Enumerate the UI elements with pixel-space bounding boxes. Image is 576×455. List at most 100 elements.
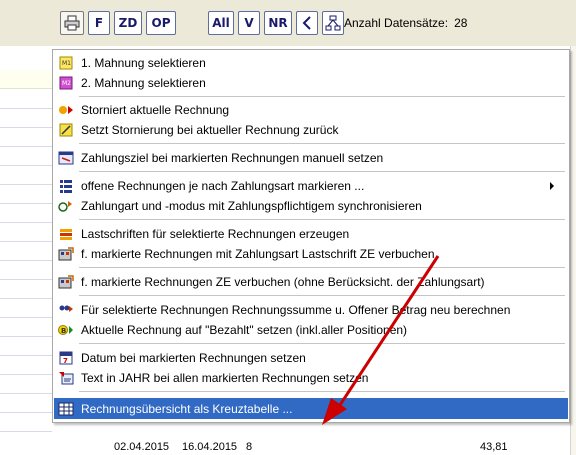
recalc-icon bbox=[58, 302, 74, 318]
storno-icon bbox=[58, 102, 74, 118]
table-row bbox=[0, 336, 52, 356]
menu-separator bbox=[79, 343, 565, 344]
table-row bbox=[0, 412, 52, 432]
all-button[interactable]: All bbox=[208, 11, 234, 35]
zd-button[interactable]: ZD bbox=[114, 11, 142, 35]
svg-text:7: 7 bbox=[63, 357, 68, 365]
op-button[interactable]: OP bbox=[146, 11, 176, 35]
table-row bbox=[0, 184, 52, 204]
menu-separator bbox=[79, 171, 565, 172]
zd-button-label: ZD bbox=[118, 16, 138, 30]
lastschrift-icon bbox=[58, 226, 74, 242]
table-row bbox=[0, 127, 52, 147]
table-row bbox=[0, 89, 52, 109]
menu-item-mahnung-2[interactable]: M2 2. Mahnung selektieren bbox=[54, 73, 568, 93]
menu-separator bbox=[79, 219, 565, 220]
menu-item-lastschrift[interactable]: Lastschriften für selektierte Rechnungen… bbox=[54, 224, 568, 244]
menu-separator bbox=[79, 96, 565, 97]
sigma-button[interactable] bbox=[296, 11, 318, 35]
menu-item-ze-verbuchen[interactable]: f. markierte Rechnungen ZE verbuchen (oh… bbox=[54, 272, 568, 292]
table-row bbox=[0, 241, 52, 261]
book-icon bbox=[58, 274, 74, 290]
record-count: Anzahl Datensätze: 28 bbox=[344, 16, 467, 30]
menu-item-label: Text in JAHR bei allen markierten Rechnu… bbox=[81, 371, 369, 385]
network-button[interactable] bbox=[322, 11, 344, 35]
nr-button[interactable]: NR bbox=[264, 11, 292, 35]
record-count-label: Anzahl Datensätze: bbox=[344, 16, 449, 30]
menu-separator bbox=[79, 267, 565, 268]
menu-item-label: Setzt Stornierung bei aktueller Rechnung… bbox=[81, 123, 339, 137]
menu-item-kreuztabelle[interactable]: Rechnungsübersicht als Kreuztabelle ... bbox=[54, 398, 568, 419]
print-button[interactable] bbox=[60, 11, 84, 35]
menu-item-storno-reset[interactable]: Setzt Stornierung bei aktueller Rechnung… bbox=[54, 120, 568, 140]
context-menu: M1 1. Mahnung selektieren M2 2. Mahnung … bbox=[52, 49, 570, 423]
menu-item-label: f. markierte Rechnungen ZE verbuchen (oh… bbox=[81, 275, 485, 289]
menu-item-label: Aktuelle Rechnung auf "Bezahlt" setzen (… bbox=[81, 323, 408, 337]
network-icon bbox=[325, 15, 341, 31]
table-row bbox=[0, 222, 52, 242]
menu-item-label: 2. Mahnung selektieren bbox=[81, 76, 206, 90]
text-icon bbox=[58, 370, 74, 386]
menu-item-datum-setzen[interactable]: 7 Datum bei markierten Rechnungen setzen bbox=[54, 348, 568, 368]
sigma-icon bbox=[302, 16, 311, 30]
menu-item-label: Für selektierte Rechnungen Rechnungssumm… bbox=[81, 303, 511, 317]
menu-item-text-jahr[interactable]: Text in JAHR bei allen markierten Rechnu… bbox=[54, 368, 568, 388]
svg-text:M1: M1 bbox=[62, 60, 71, 67]
menu-item-sync[interactable]: Zahlungart und -modus mit Zahlungspflich… bbox=[54, 196, 568, 216]
table-row bbox=[0, 374, 52, 394]
book-icon bbox=[58, 246, 74, 262]
all-button-label: All bbox=[212, 16, 230, 30]
mahnung-2-icon: M2 bbox=[58, 75, 74, 91]
svg-text:B: B bbox=[61, 327, 66, 335]
mahnung-1-icon: M1 bbox=[58, 55, 74, 71]
table-cell-date1: 02.04.2015 bbox=[114, 441, 170, 453]
table-row bbox=[0, 298, 52, 318]
table-row bbox=[0, 146, 52, 166]
list-icon bbox=[58, 178, 74, 194]
menu-item-neu-berechnen[interactable]: Für selektierte Rechnungen Rechnungssumm… bbox=[54, 300, 568, 320]
menu-item-label: offene Rechnungen je nach Zahlungsart ma… bbox=[81, 179, 365, 193]
menu-item-label: Zahlungart und -modus mit Zahlungspflich… bbox=[81, 199, 422, 213]
menu-item-label: Zahlungsziel bei markierten Rechnungen m… bbox=[81, 151, 384, 165]
op-button-label: OP bbox=[151, 16, 171, 30]
menu-separator bbox=[79, 295, 565, 296]
storno-reset-icon bbox=[58, 122, 74, 138]
table-cell-amount: 43,81 bbox=[480, 441, 508, 453]
filter-button[interactable]: F bbox=[88, 11, 110, 35]
menu-item-label: 1. Mahnung selektieren bbox=[81, 56, 206, 70]
menu-item-lastschrift-verbuchen[interactable]: f. markierte Rechnungen mit Zahlungsart … bbox=[54, 244, 568, 264]
date-icon: 7 bbox=[58, 350, 74, 366]
table-icon bbox=[58, 401, 74, 417]
table-row bbox=[0, 393, 52, 413]
record-count-value: 28 bbox=[454, 16, 468, 30]
sync-icon bbox=[58, 198, 74, 214]
menu-item-label: Storniert aktuelle Rechnung bbox=[81, 103, 230, 117]
table-row bbox=[0, 165, 52, 185]
menu-item-bezahlt[interactable]: B Aktuelle Rechnung auf "Bezahlt" setzen… bbox=[54, 320, 568, 340]
menu-item-storno[interactable]: Storniert aktuelle Rechnung bbox=[54, 100, 568, 120]
menu-item-label: Datum bei markierten Rechnungen setzen bbox=[81, 351, 306, 365]
table-row bbox=[0, 203, 52, 223]
table-row bbox=[0, 260, 52, 280]
v-button[interactable]: V bbox=[238, 11, 260, 35]
menu-item-label: Rechnungsübersicht als Kreuztabelle ... bbox=[81, 401, 293, 416]
menu-item-mahnung-1[interactable]: M1 1. Mahnung selektieren bbox=[54, 53, 568, 73]
submenu-arrow-icon bbox=[550, 182, 554, 190]
menu-item-label: Lastschriften für selektierte Rechnungen… bbox=[81, 227, 350, 241]
table-row bbox=[0, 317, 52, 337]
v-button-label: V bbox=[244, 16, 254, 30]
calendar-icon bbox=[58, 150, 74, 166]
svg-text:M2: M2 bbox=[62, 80, 71, 87]
menu-separator bbox=[79, 143, 565, 144]
printer-icon bbox=[64, 15, 80, 31]
filter-button-label: F bbox=[94, 16, 104, 30]
table-cell-date2: 16.04.2015 bbox=[182, 441, 238, 453]
table-row bbox=[0, 108, 52, 128]
table-column-edge bbox=[570, 46, 576, 455]
menu-item-offene-rechnungen[interactable]: offene Rechnungen je nach Zahlungsart ma… bbox=[54, 176, 568, 196]
table-cell-num: 8 bbox=[246, 441, 253, 453]
menu-item-zahlungsziel[interactable]: Zahlungsziel bei markierten Rechnungen m… bbox=[54, 148, 568, 168]
table-row bbox=[0, 355, 52, 375]
nr-button-label: NR bbox=[268, 16, 288, 30]
menu-item-label: f. markierte Rechnungen mit Zahlungsart … bbox=[81, 247, 435, 261]
